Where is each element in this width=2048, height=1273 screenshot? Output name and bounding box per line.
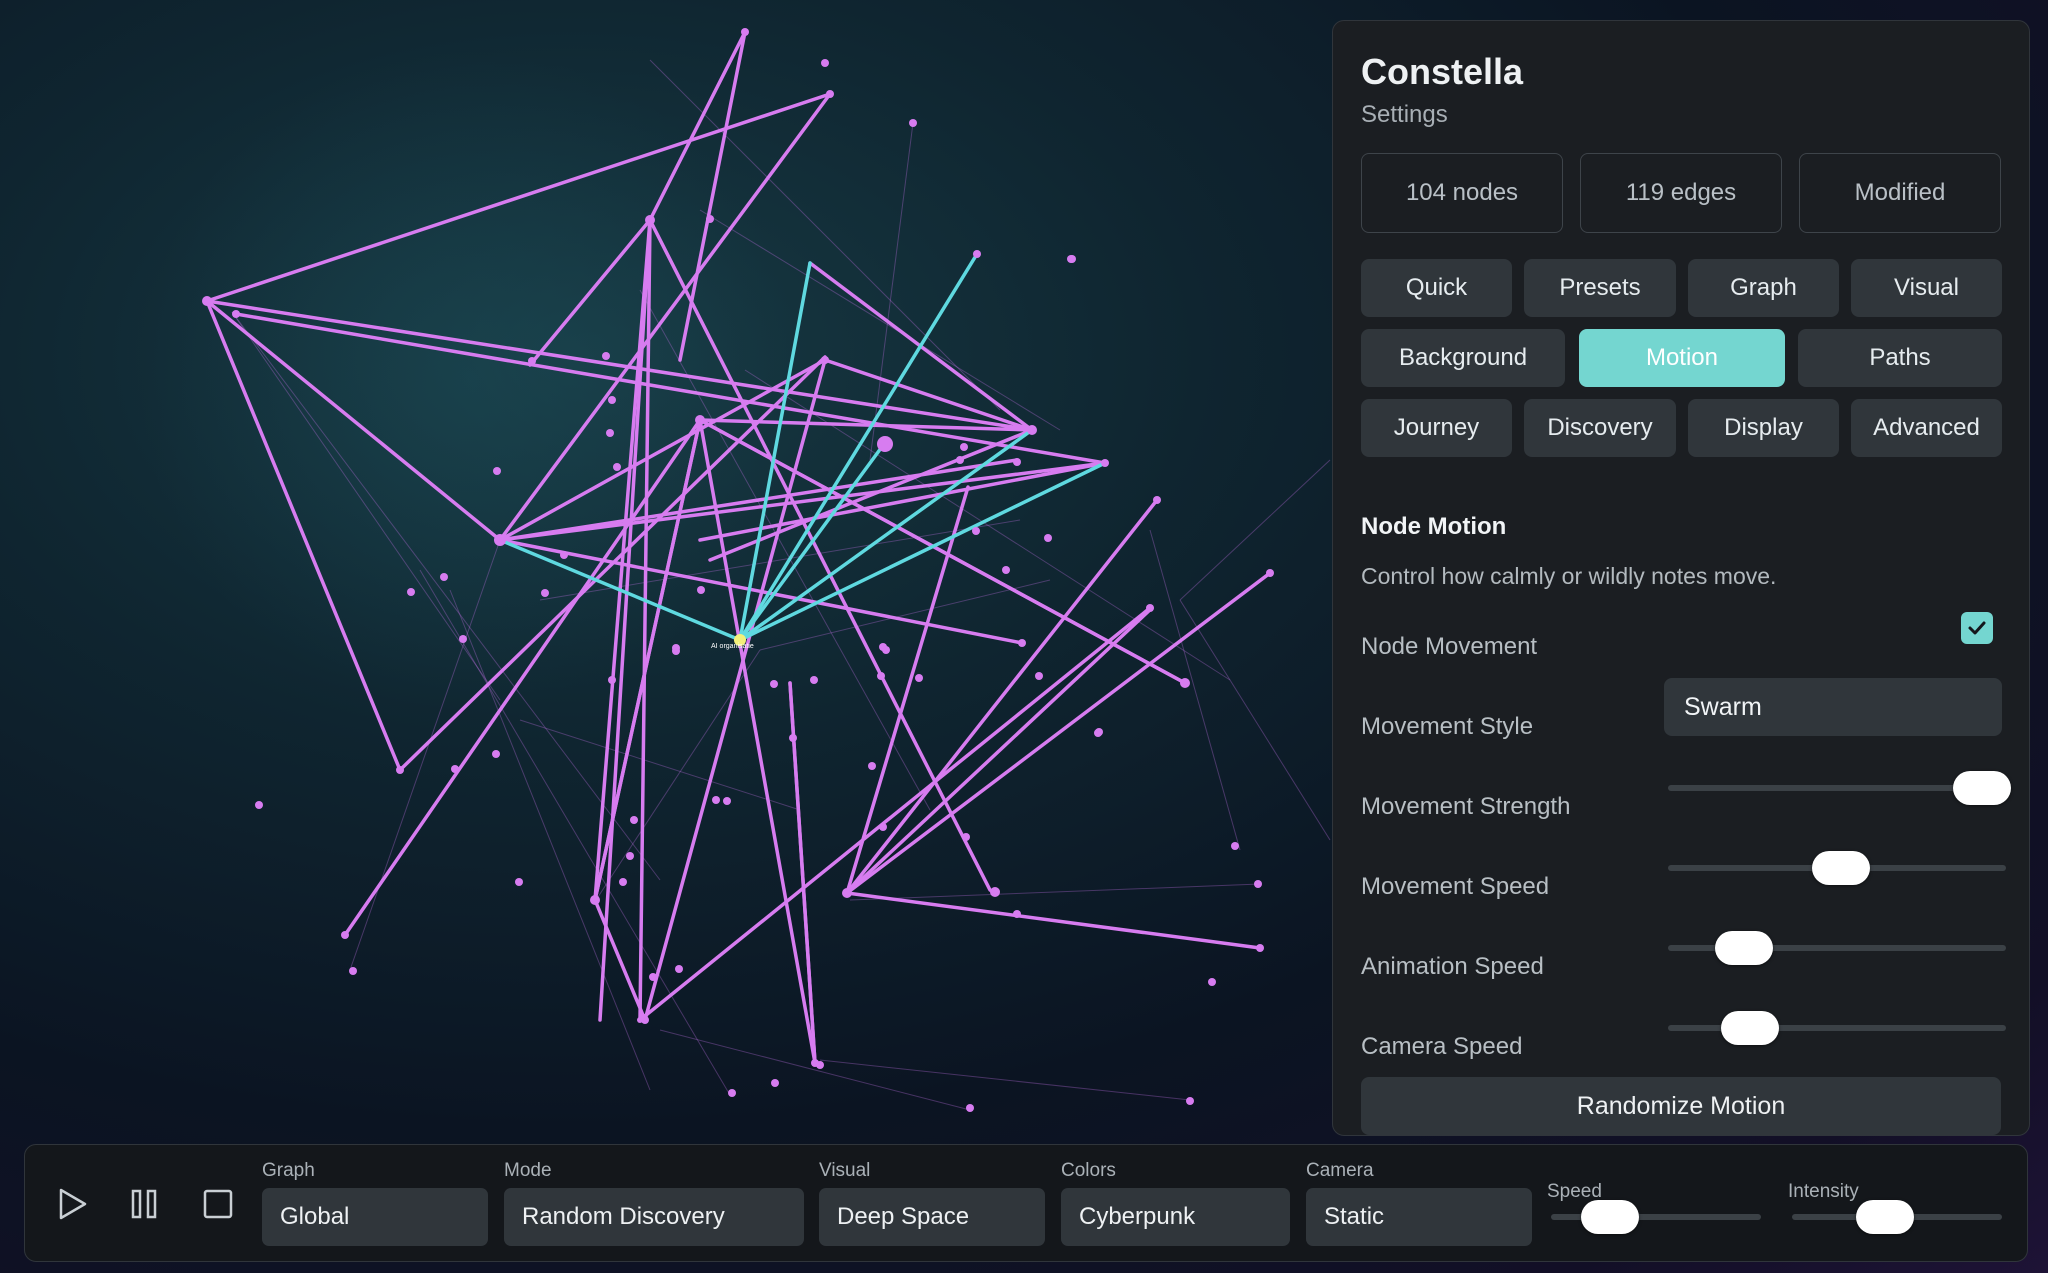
tab-background[interactable]: Background: [1361, 329, 1565, 387]
section-description: Control how calmly or wildly notes move.: [1361, 563, 1777, 589]
visual-label: Visual: [819, 1160, 871, 1181]
camera-label: Camera: [1306, 1160, 1374, 1181]
intensity-label: Intensity: [1788, 1181, 1859, 1202]
animation-speed-thumb[interactable]: [1715, 931, 1774, 965]
section-title: Node Motion: [1361, 513, 1507, 540]
center-node-label: AI organisatie: [711, 643, 754, 650]
tab-paths[interactable]: Paths: [1798, 329, 2002, 387]
pause-icon: [131, 1189, 157, 1219]
nodes-count-badge: 104 nodes: [1361, 153, 1563, 233]
tab-quick[interactable]: Quick: [1361, 259, 1512, 317]
movement-speed-thumb[interactable]: [1812, 851, 1871, 885]
node-movement-checkbox[interactable]: [1961, 612, 1993, 644]
checkmark-icon: [1968, 621, 1986, 635]
modified-status-badge: Modified: [1799, 153, 2001, 233]
graph-select[interactable]: Global: [262, 1188, 488, 1246]
tab-visual[interactable]: Visual: [1851, 259, 2002, 317]
camera-speed-label: Camera Speed: [1361, 1033, 1523, 1060]
visual-select[interactable]: Deep Space: [819, 1188, 1045, 1246]
graph-canvas[interactable]: [0, 0, 1335, 1145]
intensity-thumb[interactable]: [1855, 1200, 1914, 1234]
stop-icon: [203, 1189, 233, 1219]
speed-thumb[interactable]: [1581, 1200, 1640, 1234]
graph-label: Graph: [262, 1160, 315, 1181]
stop-button[interactable]: [194, 1180, 242, 1228]
colors-select[interactable]: Cyberpunk: [1061, 1188, 1290, 1246]
movement-strength-label: Movement Strength: [1361, 793, 1571, 820]
movement-strength-thumb[interactable]: [1953, 771, 2012, 805]
app-title: Constella: [1361, 51, 1524, 92]
tab-presets[interactable]: Presets: [1524, 259, 1676, 317]
movement-speed-label: Movement Speed: [1361, 873, 1550, 900]
tab-journey[interactable]: Journey: [1361, 399, 1512, 457]
play-icon: [59, 1188, 87, 1220]
edges-count-badge: 119 edges: [1580, 153, 1782, 233]
panel-subtitle: Settings: [1361, 101, 1448, 128]
pause-button[interactable]: [120, 1180, 168, 1228]
play-button[interactable]: [47, 1180, 95, 1228]
animation-speed-label: Animation Speed: [1361, 953, 1544, 980]
camera-select[interactable]: Static: [1306, 1188, 1532, 1246]
tab-discovery[interactable]: Discovery: [1524, 399, 1676, 457]
movement-style-label: Movement Style: [1361, 713, 1534, 740]
tab-display[interactable]: Display: [1688, 399, 1839, 457]
node-movement-label: Node Movement: [1361, 633, 1538, 660]
camera-speed-slider[interactable]: [1668, 1025, 2006, 1031]
camera-speed-thumb[interactable]: [1720, 1011, 1779, 1045]
movement-style-select[interactable]: Swarm: [1664, 678, 2002, 736]
mode-label: Mode: [504, 1160, 552, 1181]
settings-panel: Constella Settings 104 nodes 119 edges M…: [1332, 20, 2030, 1136]
tab-graph[interactable]: Graph: [1688, 259, 1839, 317]
tab-motion[interactable]: Motion: [1579, 329, 1785, 387]
mode-select[interactable]: Random Discovery: [504, 1188, 804, 1246]
colors-label: Colors: [1061, 1160, 1116, 1181]
randomize-motion-button[interactable]: Randomize Motion: [1361, 1077, 2001, 1135]
tab-advanced[interactable]: Advanced: [1851, 399, 2002, 457]
